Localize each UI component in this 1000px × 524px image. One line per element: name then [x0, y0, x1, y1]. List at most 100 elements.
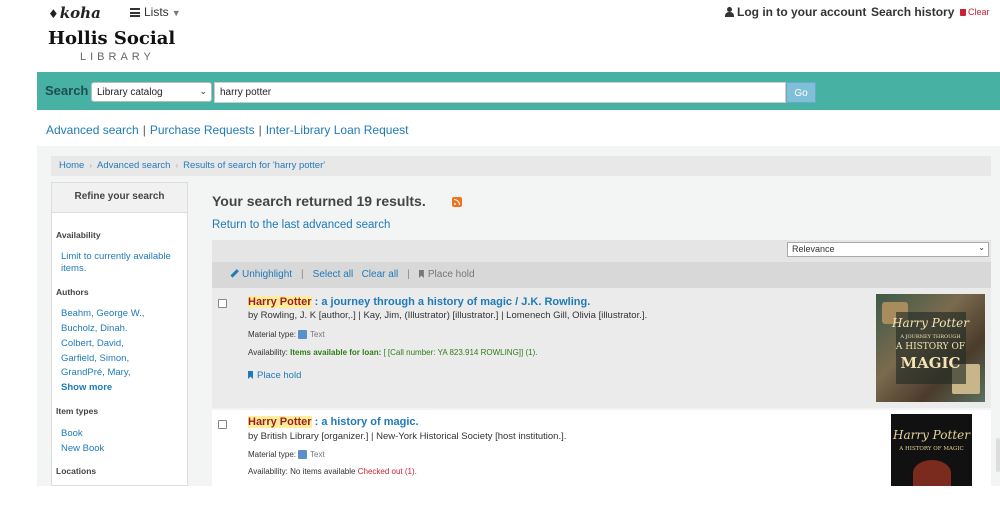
availability: Availability: Items available for loan: …	[248, 348, 537, 357]
book-cover-image[interactable]: Harry Potter A HISTORY OF MAGIC	[891, 414, 972, 486]
result-title-link[interactable]: Harry Potter : a history of magic.	[248, 416, 419, 428]
place-hold-toolbar-button[interactable]: Place hold	[428, 269, 475, 280]
library-subtitle: LIBRARY	[80, 51, 155, 63]
chevron-down-icon: ⌄	[978, 243, 985, 252]
rss-icon[interactable]	[452, 197, 462, 207]
place-hold-label: Place hold	[257, 370, 302, 381]
breadcrumb: Home › Advanced search › Results of search f…	[51, 156, 991, 176]
facet-itemtype-link[interactable]: Book	[61, 428, 183, 440]
clear-history-link[interactable]: Clear	[960, 7, 990, 17]
title-highlight: Harry Potter	[248, 296, 312, 308]
result-title-link[interactable]: Harry Potter : a journey through a histo…	[248, 296, 590, 308]
availability: Availability: No items available Checked…	[248, 467, 417, 476]
material-type-value: Text	[310, 450, 325, 459]
scrollbar[interactable]	[996, 438, 1000, 472]
sort-select[interactable]: Relevance ⌄	[787, 242, 989, 257]
purchase-requests-link[interactable]: Purchase Requests	[150, 123, 255, 137]
item-types-heading: Item types	[56, 406, 99, 416]
sort-bar: Relevance ⌄	[212, 240, 991, 262]
results-toolbar: Unhighlight | Select all Clear all | Place h…	[212, 262, 991, 288]
material-type: Material type: Text	[248, 450, 325, 459]
title-highlight: Harry Potter	[248, 416, 312, 428]
clear-all-link[interactable]: Clear all	[362, 269, 399, 280]
cover-subtitle: A HISTORY OF MAGIC	[899, 446, 964, 452]
cover-title: Harry Potter	[893, 428, 970, 442]
limit-available-link[interactable]: Limit to currently available items.	[61, 251, 183, 275]
lists-label: Lists	[144, 5, 169, 19]
search-input[interactable]: harry potter	[214, 82, 786, 103]
advanced-search-link[interactable]: Advanced search	[46, 123, 139, 137]
material-type-label: Material type:	[248, 450, 297, 459]
availability-label: Availability:	[248, 467, 288, 476]
cover-title: Harry Potter	[892, 316, 969, 330]
separator: |	[142, 123, 146, 137]
search-scope-select[interactable]: Library catalog ⌄	[91, 82, 212, 102]
material-type-value: Text	[310, 330, 325, 339]
place-hold-link[interactable]: Place hold	[248, 370, 301, 381]
availability-detail: [ [Call number: YA 823.914 ROWLING]] (1)…	[383, 348, 538, 357]
results-summary: Your search returned 19 results.	[212, 193, 426, 209]
koha-bird-icon: ♦	[48, 7, 59, 21]
lists-menu[interactable]: Lists ▼	[130, 5, 181, 19]
user-icon	[725, 7, 734, 17]
bookmark-icon	[418, 270, 424, 278]
select-all-link[interactable]: Select all	[313, 269, 354, 280]
result-authors: by British Library [organizer.] | New-Yo…	[248, 431, 567, 442]
search-history-link[interactable]: Search history	[871, 5, 954, 19]
unhighlight-link[interactable]: Unhighlight	[242, 269, 292, 280]
login-label: Log in to your account	[737, 5, 867, 19]
separator: |	[407, 269, 410, 280]
book-icon	[298, 450, 308, 459]
breadcrumb-home[interactable]: Home	[59, 160, 84, 171]
facet-author-link[interactable]: Colbert, David,	[61, 338, 183, 350]
koha-logo[interactable]: ♦koha	[48, 4, 101, 22]
availability-detail: Checked out (1).	[357, 467, 417, 476]
caret-down-icon: ▼	[171, 8, 181, 18]
facet-itemtype-link[interactable]: New Book	[61, 443, 183, 455]
authors-heading: Authors	[56, 287, 89, 297]
bookmark-icon	[248, 371, 253, 379]
koha-logo-text: koha	[59, 4, 101, 22]
availability-label: Availability:	[248, 348, 288, 357]
breadcrumb-current[interactable]: Results of search for 'harry potter'	[183, 160, 325, 171]
search-scope-value: Library catalog	[97, 87, 163, 98]
search-label: Search	[45, 83, 89, 98]
locations-heading: Locations	[56, 466, 97, 476]
top-bar: ♦koha Lists ▼ Log in to your account Sear…	[0, 0, 1000, 70]
cover-subtitle: MAGIC	[900, 354, 961, 372]
result-authors: by Rowling, J. K [author,.] | Kay, Jim, …	[248, 310, 648, 321]
availability-status: Items available for loan:	[290, 348, 382, 357]
cover-subtitle: A HISTORY OF	[895, 342, 966, 352]
refine-sidebar: Refine your search Availability Limit to…	[51, 182, 188, 486]
result-checkbox[interactable]	[218, 299, 227, 308]
show-more-authors-link[interactable]: Show more	[61, 382, 183, 394]
facet-author-link[interactable]: GrandPré, Mary,	[61, 367, 183, 379]
result-row: Harry Potter : a history of magic. by Br…	[212, 410, 991, 486]
result-checkbox[interactable]	[218, 420, 227, 429]
sort-selected-value: Relevance	[792, 244, 835, 254]
availability-status: No items available	[290, 467, 356, 476]
ill-request-link[interactable]: Inter-Library Loan Request	[266, 123, 409, 137]
refine-heading: Refine your search	[52, 183, 187, 213]
book-icon	[298, 330, 308, 339]
result-row: Harry Potter : a journey through a histo…	[212, 288, 991, 408]
title-rest: : a history of magic.	[311, 416, 419, 428]
return-advanced-search-link[interactable]: Return to the last advanced search	[212, 219, 390, 231]
go-button[interactable]: Go	[786, 82, 816, 103]
material-type: Material type: Text	[248, 330, 325, 339]
login-link[interactable]: Log in to your account	[725, 5, 866, 19]
facet-author-link[interactable]: Garfield, Simon,	[61, 353, 183, 365]
breadcrumb-advanced-search[interactable]: Advanced search	[97, 160, 170, 171]
separator: |	[258, 123, 262, 137]
breadcrumb-separator: ›	[175, 161, 179, 170]
cover-illustration	[913, 460, 951, 486]
list-icon	[130, 8, 140, 17]
separator: |	[301, 269, 304, 280]
chevron-down-icon: ⌄	[199, 86, 207, 96]
breadcrumb-separator: ›	[89, 161, 93, 170]
facet-author-link[interactable]: Beahm, George W.,	[61, 308, 183, 320]
facet-author-link[interactable]: Bucholz, Dinah.	[61, 323, 183, 335]
book-cover-image[interactable]: Harry Potter A JOURNEY THROUGH A HISTORY…	[876, 294, 985, 402]
library-name[interactable]: Hollis Social	[48, 28, 175, 49]
title-rest: : a journey through a history of magic /…	[311, 296, 591, 308]
